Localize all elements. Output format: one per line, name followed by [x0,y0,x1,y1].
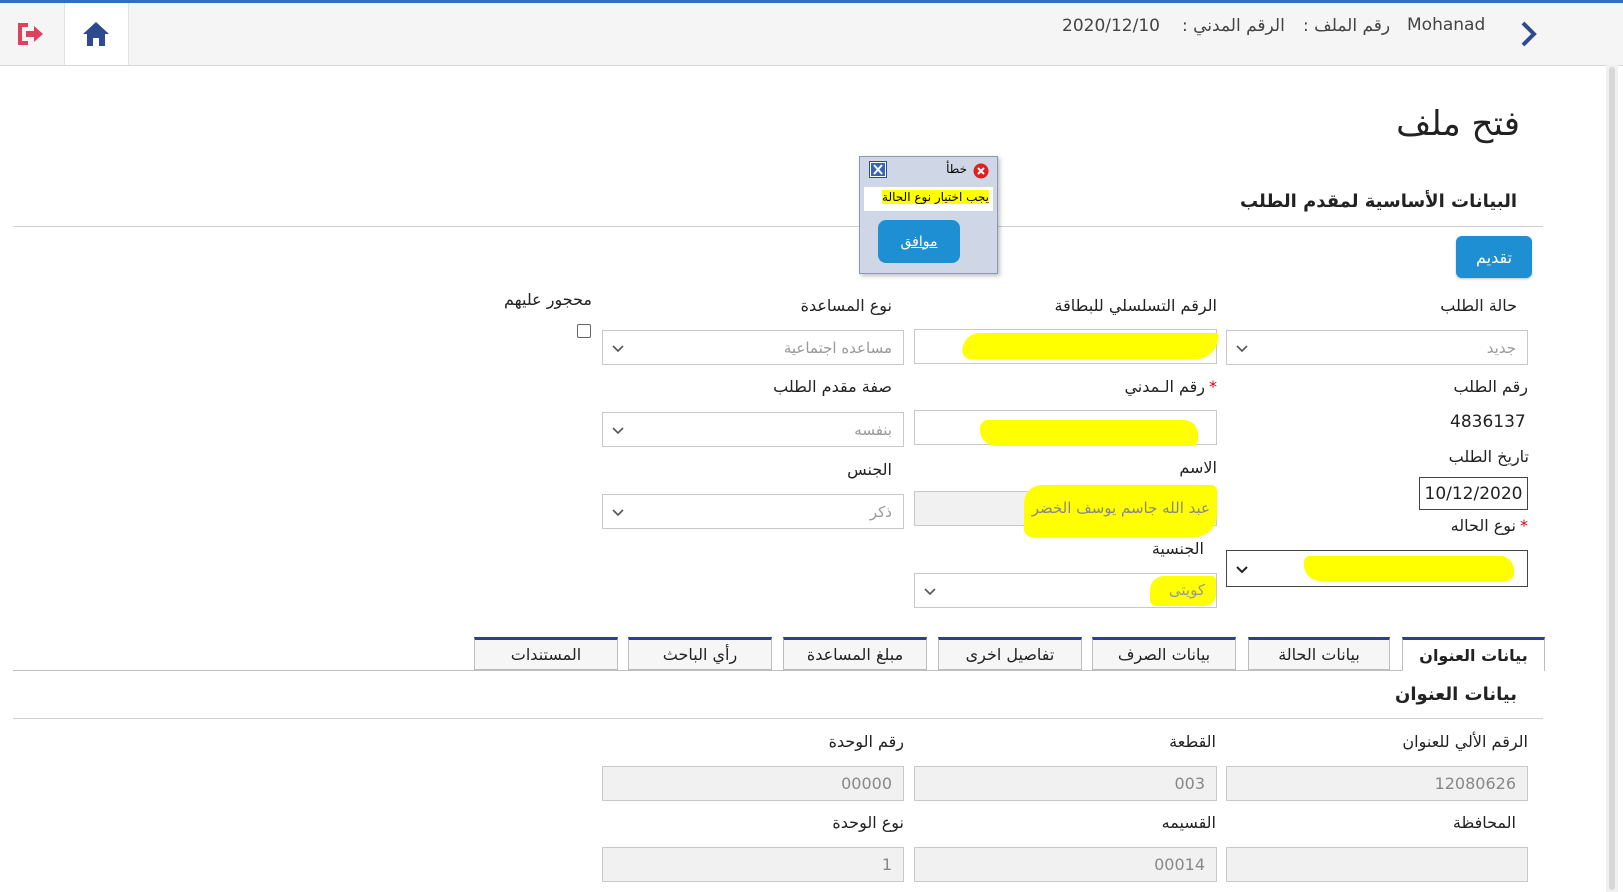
required-asterisk: * [1209,377,1217,396]
header-civil-id-label: الرقم المدني : [1182,16,1285,36]
address-auto-number-input: 12080626 [1226,766,1528,801]
chevron-down-icon [612,509,624,517]
dialog-ok-button[interactable]: موافق [878,220,960,263]
error-dialog: خطأ يجب اختيار نوع الحالة موافق [859,156,998,274]
request-status-label: حالة الطلب [1440,296,1517,315]
plot-label: القسيمه [1161,813,1216,832]
request-date-label: تاريخ الطلب [1448,447,1529,466]
aid-type-value: مساعده اجتماعية [783,338,892,357]
logout-icon[interactable] [14,19,46,49]
section-divider [13,718,1543,719]
gender-value: ذكر [869,502,892,521]
section-divider [13,226,1543,227]
name-value: عبد الله جاسم يوسف الخضر [1031,499,1210,517]
plot-input: 00014 [914,847,1217,882]
tab-researcher-opinion[interactable]: رأي الباحث [628,637,772,670]
request-status-value: جديد [1486,338,1516,357]
request-date-input[interactable]: 10/12/2020 [1419,477,1528,510]
chevron-right-icon[interactable] [1518,19,1538,49]
nationality-label: الجنسية [1151,539,1204,558]
chevron-down-icon [1236,566,1248,574]
gender-select[interactable]: ذكر [602,494,904,529]
governorate-label: المحافظة [1452,813,1516,832]
block-input: 003 [914,766,1217,801]
page-title: فتح ملف [1396,104,1520,144]
tab-other-details[interactable]: تفاصيل اخرى [938,637,1082,670]
home-icon [83,22,109,46]
nationality-value: كويتى [1168,581,1205,599]
chevron-down-icon [1236,345,1248,353]
unit-number-label: رقم الوحدة [828,732,904,751]
tab-documents[interactable]: المستندات [474,637,618,670]
address-auto-number-label: الرقم الألي للعنوان [1402,732,1528,751]
highlight-mark [1304,556,1514,581]
highlight-mark [960,333,1220,359]
tab-disbursement[interactable]: بيانات الصرف [1092,637,1236,670]
tabs-baseline [13,670,1545,671]
dialog-message-box: يجب اختيار نوع الحالة [864,187,993,211]
gender-label: الجنس [847,460,892,479]
dialog-title: خطأ [946,162,967,176]
interdicted-checkbox[interactable] [577,324,591,338]
applicant-capacity-value: بنفسه [854,420,892,439]
applicant-capacity-select[interactable]: بنفسه [602,412,904,447]
close-icon[interactable] [869,161,887,178]
header-user-name: Mohanad [1407,15,1486,35]
tab-aid-amount[interactable]: مبلغ المساعدة [783,637,927,670]
home-button[interactable] [64,3,129,65]
tab-case[interactable]: بيانات الحالة [1248,637,1390,670]
header-date: 2020/12/10 [1062,16,1160,36]
block-label: القطعة [1169,732,1216,751]
vertical-scrollbar[interactable] [1606,65,1618,892]
chevron-down-icon [924,588,936,596]
header-file-number-label: رقم الملف : [1303,16,1391,36]
governorate-input [1226,847,1528,882]
submit-button[interactable]: تقديم [1456,236,1532,278]
applicant-capacity-label: صفة مقدم الطلب [773,377,892,396]
request-number-label: رقم الطلب [1453,377,1528,396]
aid-type-label: نوع المساعدة [800,296,892,315]
unit-number-input: 00000 [602,766,904,801]
highlight-mark [980,420,1198,446]
tab-address[interactable]: بيانات العنوان [1402,637,1545,671]
interdicted-label: محجور عليهم [504,290,592,309]
error-icon [973,163,989,179]
dialog-message: يجب اختيار نوع الحالة [882,190,989,204]
unit-type-input: 1 [602,847,904,882]
chevron-down-icon [612,345,624,353]
aid-type-select[interactable]: مساعده اجتماعية [602,330,904,365]
chevron-down-icon [612,427,624,435]
request-number-value: 4836137 [1450,412,1526,432]
unit-type-label: نوع الوحدة [832,813,904,832]
civil-id-label: *رقم الـمدني [1124,377,1217,396]
address-section-title: بيانات العنوان [1395,684,1517,705]
case-type-label: *نوع الحاله [1450,516,1528,535]
request-status-select[interactable]: جديد [1226,330,1528,365]
required-asterisk: * [1520,516,1528,535]
name-label: الاسم [1179,458,1217,477]
section-basic-title: البيانات الأساسية لمقدم الطلب [1239,191,1517,212]
card-serial-label: الرقم التسلسلي للبطاقة [1054,296,1217,315]
